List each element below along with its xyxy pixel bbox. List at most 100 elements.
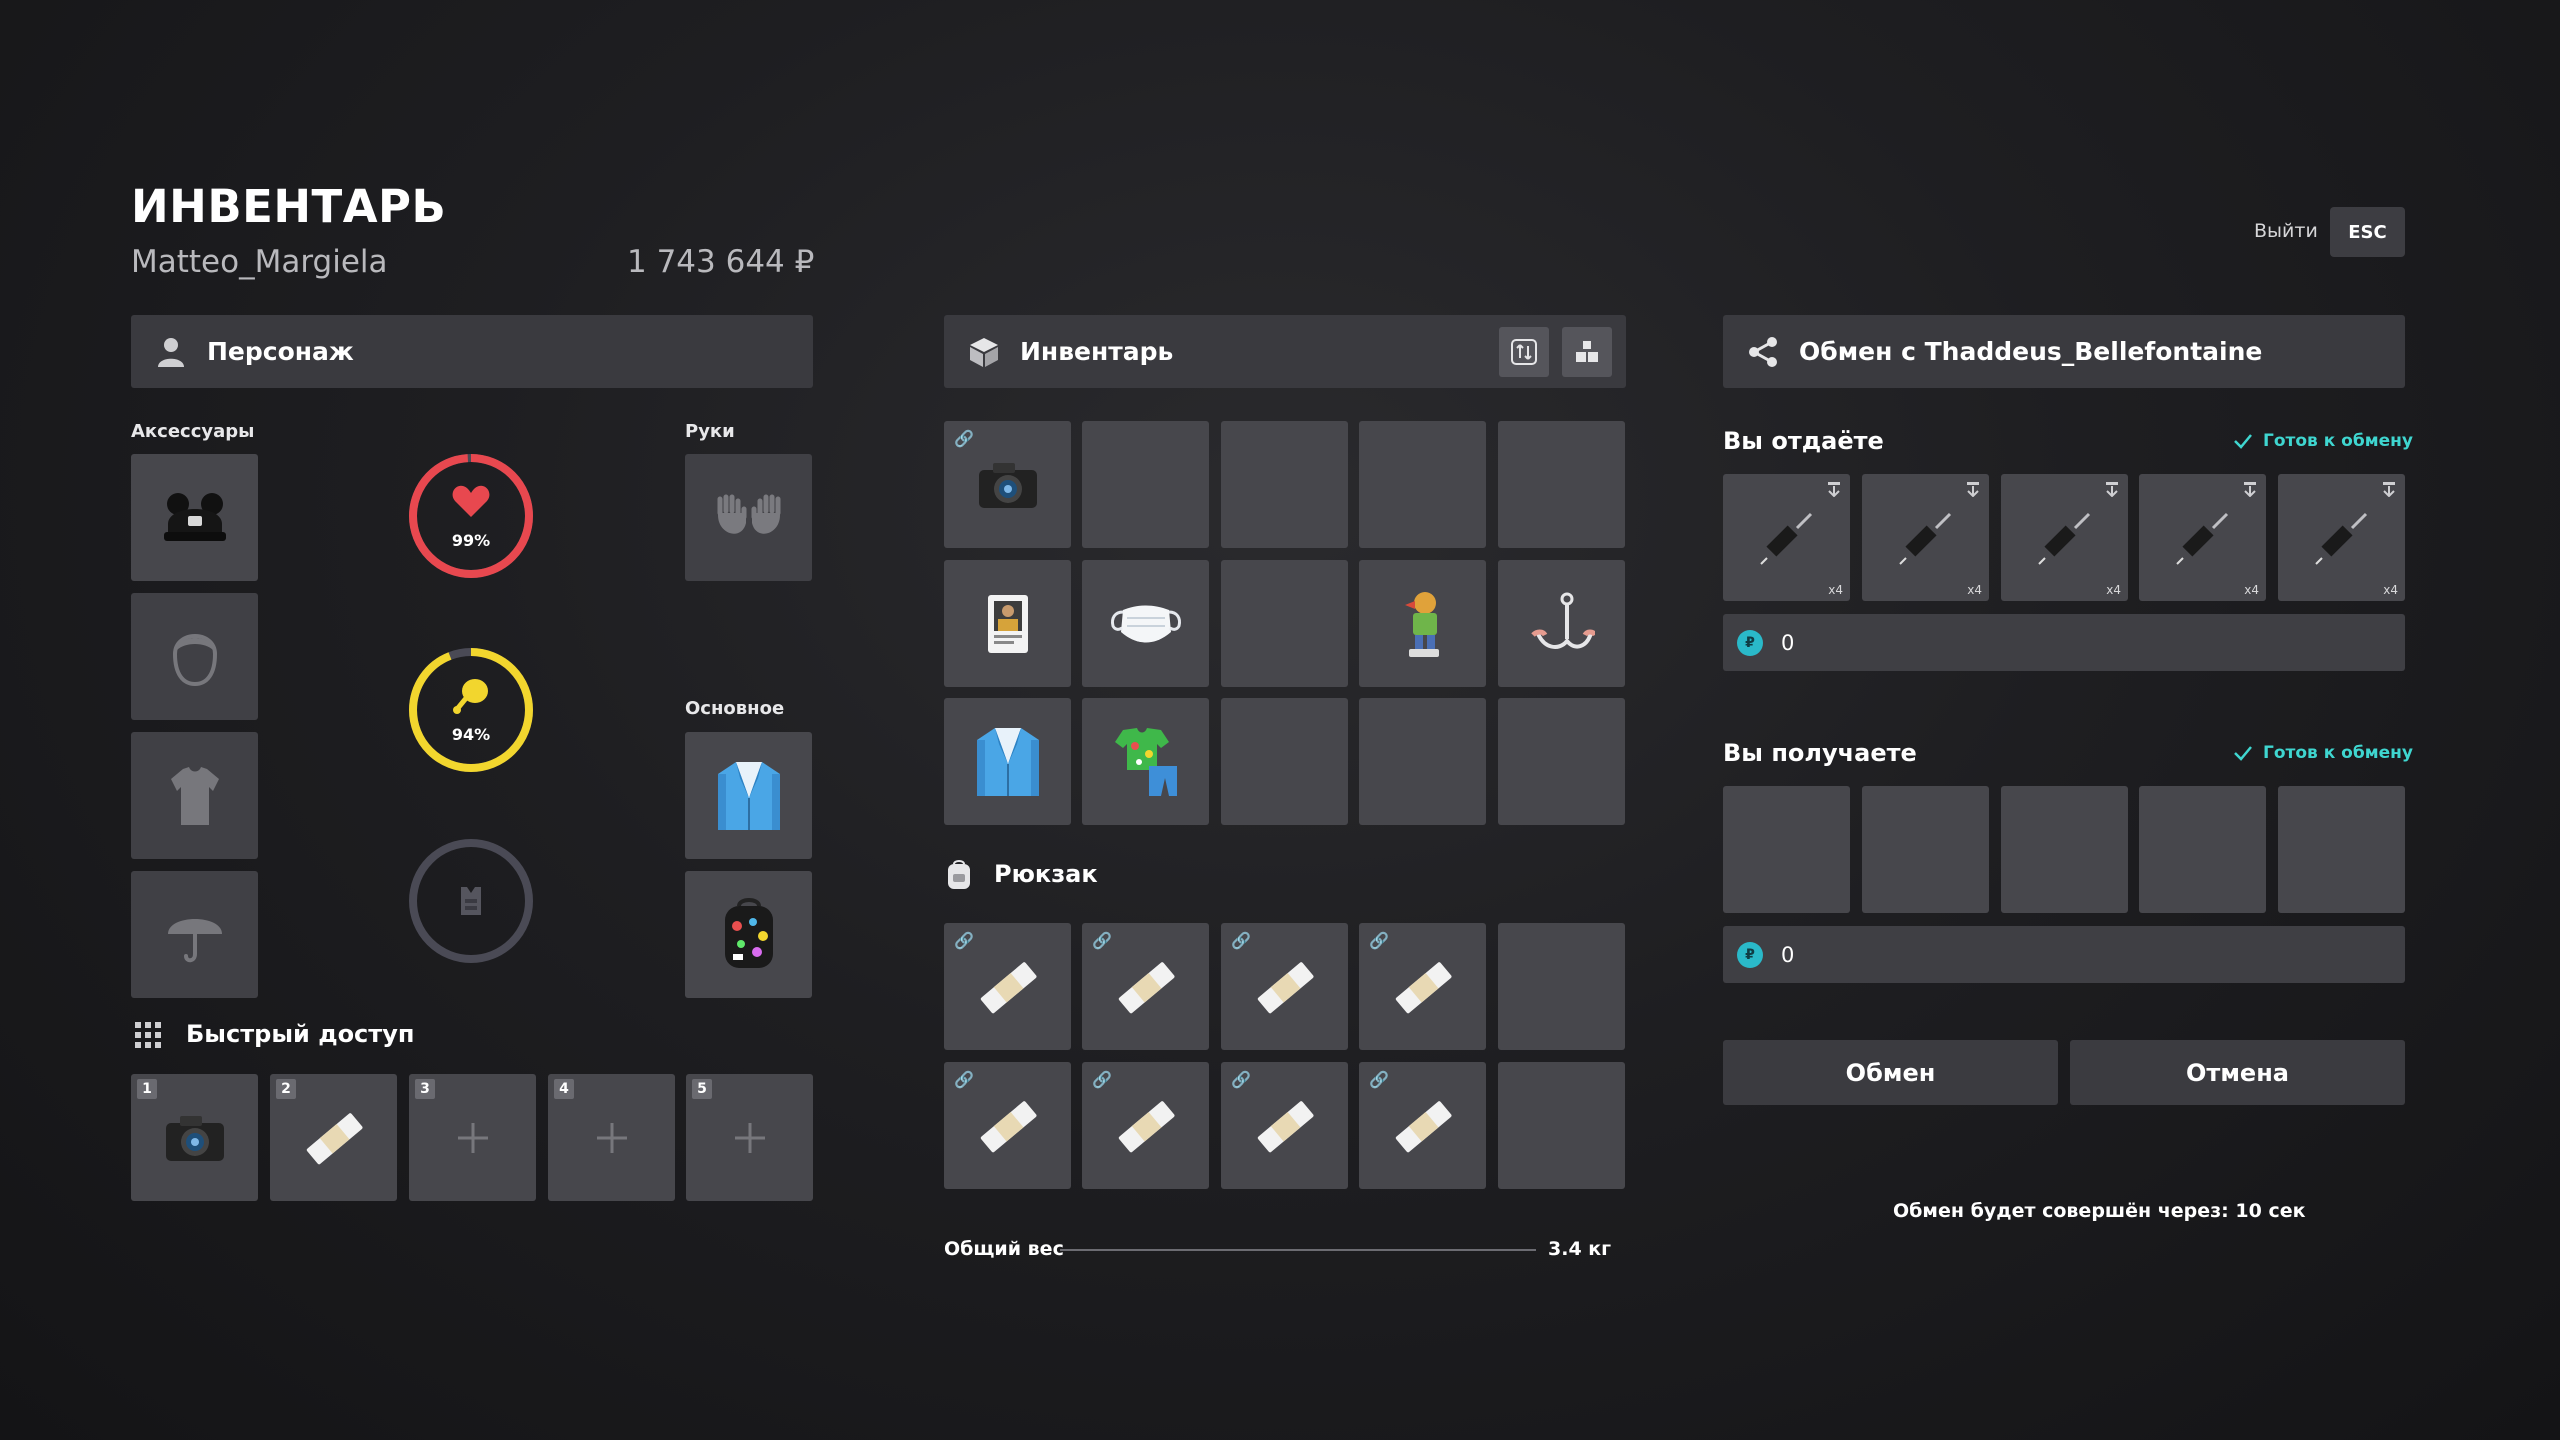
accessory-slot-umbrella[interactable] xyxy=(131,871,258,998)
exit-label[interactable]: Выйти xyxy=(2254,220,2318,242)
food-icon xyxy=(453,679,488,714)
character-panel-header: Персонаж xyxy=(131,315,813,388)
bandage-icon xyxy=(1257,1100,1313,1152)
bandage-icon xyxy=(980,1100,1036,1152)
backpack-slot[interactable] xyxy=(1498,1062,1625,1189)
inventory-slot[interactable]: 🔗 xyxy=(944,421,1071,548)
slot-number: 3 xyxy=(415,1079,435,1099)
figurine-icon xyxy=(1404,591,1439,657)
get-money-field[interactable]: ₽ 0 xyxy=(1723,926,2405,983)
backpack-slot[interactable] xyxy=(1498,923,1625,1050)
give-slot[interactable]: x4 xyxy=(1723,474,1850,601)
backpack-slot[interactable]: 🔗 xyxy=(944,923,1071,1050)
get-ready-status: Готов к обмену xyxy=(2233,743,2413,763)
get-slot[interactable] xyxy=(1862,786,1989,913)
trade-panel-title: Обмен с Thaddeus_Bellefontaine xyxy=(1799,337,2263,366)
backpack-icon xyxy=(724,897,773,968)
syringe-icon xyxy=(1759,512,1812,565)
link-icon: 🔗 xyxy=(1092,931,1112,950)
bandage-icon xyxy=(980,961,1036,1013)
quick-slot-1[interactable]: 1 xyxy=(131,1074,258,1201)
stack-button[interactable] xyxy=(1562,327,1612,377)
coin-icon: ₽ xyxy=(1737,941,1763,968)
inventory-panel-header: Инвентарь xyxy=(944,315,1626,388)
get-label: Вы получаете xyxy=(1723,739,1917,767)
item-quantity: x4 xyxy=(2106,583,2121,597)
stack-icon xyxy=(1576,341,1598,362)
get-slot[interactable] xyxy=(2001,786,2128,913)
backpack-slot[interactable]: 🔗 xyxy=(1221,1062,1348,1189)
main-slot-backpack[interactable] xyxy=(685,871,812,998)
backpack-slot[interactable]: 🔗 xyxy=(1082,1062,1209,1189)
inventory-slot[interactable] xyxy=(944,560,1071,687)
head-icon xyxy=(172,633,217,686)
cancel-button[interactable]: Отмена xyxy=(2070,1040,2405,1105)
inventory-slot[interactable] xyxy=(1221,421,1348,548)
give-money-field[interactable]: ₽ 0 xyxy=(1723,614,2405,671)
face-mask-icon xyxy=(1110,605,1181,642)
slot-number: 5 xyxy=(692,1079,712,1099)
backpack-slot[interactable]: 🔗 xyxy=(1221,923,1348,1050)
backpack-slot[interactable]: 🔗 xyxy=(944,1062,1071,1189)
character-panel-title: Персонаж xyxy=(207,337,354,366)
get-slot[interactable] xyxy=(2278,786,2405,913)
inventory-slot[interactable] xyxy=(1359,421,1486,548)
esc-button[interactable]: ESC xyxy=(2330,207,2405,257)
give-slot[interactable]: x4 xyxy=(2139,474,2266,601)
quick-slot-4[interactable]: 4 xyxy=(548,1074,675,1201)
shirt-icon xyxy=(170,766,219,825)
backpack-slot[interactable]: 🔗 xyxy=(1359,1062,1486,1189)
backpack-slot[interactable]: 🔗 xyxy=(1359,923,1486,1050)
inventory-slot[interactable] xyxy=(1359,560,1486,687)
inventory-slot[interactable] xyxy=(1221,560,1348,687)
give-slot[interactable]: x4 xyxy=(1862,474,1989,601)
link-icon: 🔗 xyxy=(1092,1070,1112,1089)
inventory-slot[interactable] xyxy=(1082,560,1209,687)
hunger-percent: 94% xyxy=(451,725,491,744)
inventory-slot[interactable] xyxy=(1498,698,1625,825)
syringe-icon xyxy=(2175,512,2228,565)
sort-button[interactable] xyxy=(1499,327,1549,377)
give-slot[interactable]: x4 xyxy=(2278,474,2405,601)
exchange-button[interactable]: Обмен xyxy=(1723,1040,2058,1105)
quick-slot-5[interactable]: 5 xyxy=(686,1074,813,1201)
link-icon: 🔗 xyxy=(954,429,974,448)
inventory-slot[interactable] xyxy=(1498,421,1625,548)
bandage-icon xyxy=(1395,1100,1451,1152)
check-icon xyxy=(2234,434,2252,449)
page-title: ИНВЕНТАРЬ xyxy=(131,180,447,233)
inventory-slot[interactable] xyxy=(944,698,1071,825)
inventory-slot[interactable] xyxy=(1359,698,1486,825)
outfit-icon xyxy=(1114,727,1177,796)
syringe-icon xyxy=(2314,512,2367,565)
box-icon xyxy=(966,334,1002,370)
bandage-icon xyxy=(1395,961,1451,1013)
camera-icon xyxy=(165,1115,224,1161)
swap-icon xyxy=(1511,339,1537,365)
hat-icon xyxy=(163,492,226,541)
accessory-slot-hat[interactable] xyxy=(131,454,258,581)
inventory-slot[interactable] xyxy=(1498,560,1625,687)
inventory-slot[interactable] xyxy=(1082,421,1209,548)
inventory-slot[interactable] xyxy=(1082,698,1209,825)
quick-slot-3[interactable]: 3 xyxy=(409,1074,536,1201)
give-label: Вы отдаёте xyxy=(1723,427,1884,455)
bandage-icon xyxy=(1257,961,1313,1013)
give-slot[interactable]: x4 xyxy=(2001,474,2128,601)
check-icon xyxy=(2234,746,2252,761)
bandage-icon xyxy=(1118,961,1174,1013)
trade-timer-text: Обмен будет совершён через: 10 сек xyxy=(1893,1200,2306,1222)
quick-slot-2[interactable]: 2 xyxy=(270,1074,397,1201)
main-label: Основное xyxy=(685,698,785,719)
get-slot[interactable] xyxy=(1723,786,1850,913)
backpack-slot[interactable]: 🔗 xyxy=(1082,923,1209,1050)
pin-icon xyxy=(2383,482,2395,497)
get-slot[interactable] xyxy=(2139,786,2266,913)
hands-slot[interactable] xyxy=(685,454,812,581)
anchor-hook-icon xyxy=(1530,592,1595,649)
accessory-slot-head[interactable] xyxy=(131,593,258,720)
main-slot-jacket[interactable] xyxy=(685,732,812,859)
link-icon: 🔗 xyxy=(954,1070,974,1089)
accessory-slot-shirt[interactable] xyxy=(131,732,258,859)
inventory-slot[interactable] xyxy=(1221,698,1348,825)
